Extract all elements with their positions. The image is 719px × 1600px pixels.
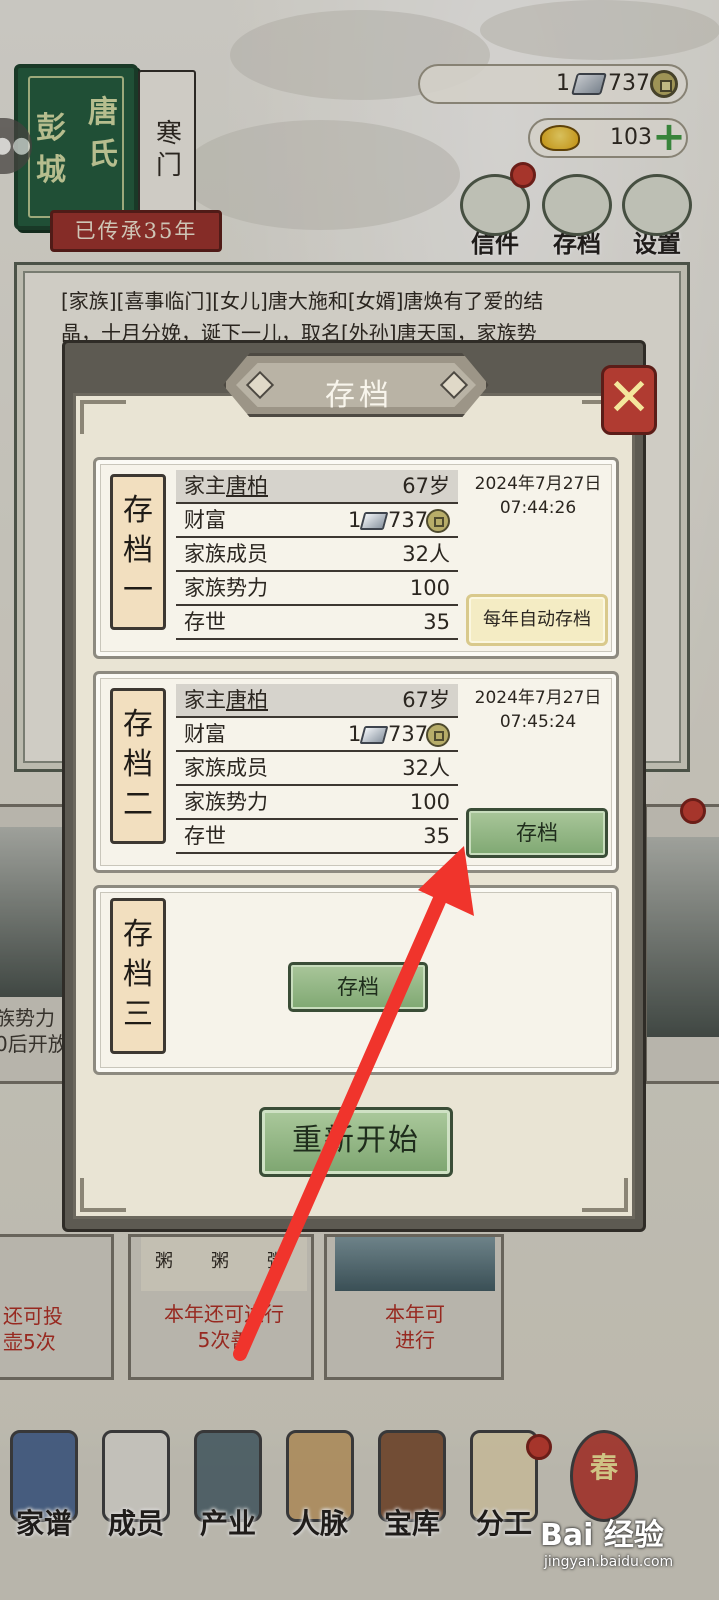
slot-timestamp: 2024年7月27日 07:45:24: [474, 688, 602, 732]
stat-row-head: 家主唐柏 67岁: [176, 684, 458, 718]
slot-stats: 家主唐柏 67岁 财富 1 737 家族成员 32人 家族势力 100 存世 3…: [176, 470, 458, 640]
stat-row-power: 家族势力 100: [176, 786, 458, 820]
stat-row-generations: 存世 35: [176, 820, 458, 854]
save-slot-2-button[interactable]: 存档: [466, 808, 608, 858]
save-slot-2[interactable]: 存 档 二 家主唐柏 67岁 财富 1 737 家族成员 32人 家族势力 10…: [93, 671, 619, 873]
corner-ornament: [80, 1178, 126, 1212]
silver-ingot-icon: [359, 512, 389, 530]
stat-row-head: 家主唐柏 67岁: [176, 470, 458, 504]
auto-save-button[interactable]: 每年自动存档: [466, 594, 608, 646]
baidu-paw-logo: Bai 经验: [540, 1518, 664, 1553]
save-slot-1[interactable]: 存 档 一 家主唐柏 67岁 财富 1 737 家族成员 32人 家族势力 10…: [93, 457, 619, 659]
restart-button[interactable]: 重新开始: [259, 1107, 453, 1177]
copper-coin-icon: [426, 509, 450, 533]
close-button[interactable]: ✕: [601, 365, 657, 435]
slot-timestamp: 2024年7月27日 07:44:26: [474, 474, 602, 518]
slot-tag: 存 档 一: [110, 474, 166, 630]
save-dialog: 存档 ✕ 存 档 一 家主唐柏 67岁 财富 1 737 家族成员 32人 家族…: [62, 340, 657, 1232]
slot-list-fade: [93, 1075, 619, 1087]
stat-row-members: 家族成员 32人: [176, 538, 458, 572]
baidu-watermark: Bai 经验 jingyan.baidu.com: [540, 1510, 715, 1590]
save-slot-3-button[interactable]: 存档: [288, 962, 428, 1012]
stat-row-wealth: 财富 1 737: [176, 718, 458, 752]
save-slot-3[interactable]: 存 档 三 存档: [93, 885, 619, 1075]
dialog-title: 存档: [325, 378, 393, 413]
stat-row-power: 家族势力 100: [176, 572, 458, 606]
silver-ingot-icon: [359, 726, 389, 744]
corner-ornament: [80, 400, 126, 434]
corner-ornament: [582, 1178, 628, 1212]
copper-coin-icon: [426, 723, 450, 747]
slot-tag: 存 档 二: [110, 688, 166, 844]
stat-row-wealth: 财富 1 737: [176, 504, 458, 538]
stat-row-members: 家族成员 32人: [176, 752, 458, 786]
stat-row-generations: 存世 35: [176, 606, 458, 640]
slot-tag: 存 档 三: [110, 898, 166, 1054]
slot-stats: 家主唐柏 67岁 财富 1 737 家族成员 32人 家族势力 100 存世 3…: [176, 684, 458, 854]
watermark-site: jingyan.baidu.com: [544, 1554, 674, 1570]
dialog-title-plaque: 存档: [223, 353, 489, 417]
